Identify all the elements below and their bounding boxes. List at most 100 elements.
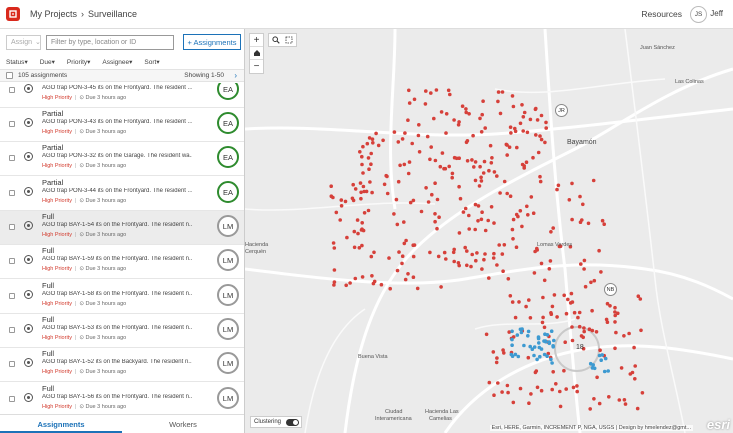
trap-point-selected[interactable] <box>532 345 537 349</box>
trap-point[interactable] <box>366 208 371 213</box>
trap-point[interactable] <box>473 178 478 183</box>
trap-point[interactable] <box>479 130 484 134</box>
trap-point[interactable] <box>407 88 411 93</box>
trap-point[interactable] <box>345 235 349 240</box>
trap-point[interactable] <box>513 126 517 131</box>
trap-point-selected[interactable] <box>542 339 546 343</box>
search-icon[interactable] <box>269 34 283 46</box>
trap-point[interactable] <box>360 227 364 231</box>
trap-point[interactable] <box>572 310 577 315</box>
trap-point[interactable] <box>528 316 533 320</box>
row-checkbox[interactable] <box>9 293 15 299</box>
trap-point[interactable] <box>450 171 455 176</box>
trap-point[interactable] <box>549 230 553 234</box>
trap-point[interactable] <box>496 99 500 104</box>
trap-point-selected[interactable] <box>551 345 555 349</box>
trap-point[interactable] <box>492 393 496 398</box>
trap-point[interactable] <box>550 304 555 309</box>
trap-point[interactable] <box>407 160 412 164</box>
list-item[interactable]: Full AGO trap BAY-1-58 its on the Fronty… <box>0 280 244 314</box>
trap-point[interactable] <box>589 280 593 285</box>
trap-point[interactable] <box>511 237 515 241</box>
trap-point[interactable] <box>591 178 596 183</box>
trap-point[interactable] <box>566 297 570 302</box>
trap-point[interactable] <box>355 218 360 222</box>
add-assignments-button[interactable]: + Assignments <box>183 34 241 50</box>
trap-point[interactable] <box>527 401 531 406</box>
trap-point[interactable] <box>358 181 363 185</box>
trap-point[interactable] <box>508 194 513 198</box>
trap-point-selected[interactable] <box>603 356 608 361</box>
trap-point[interactable] <box>533 370 538 375</box>
trap-point[interactable] <box>635 406 640 411</box>
trap-point[interactable] <box>433 158 438 163</box>
trap-point[interactable] <box>518 121 523 126</box>
trap-point[interactable] <box>473 227 477 232</box>
trap-point-selected[interactable] <box>537 345 542 350</box>
trap-point-selected[interactable] <box>543 332 547 337</box>
search-input[interactable]: Filter by type, location or ID <box>46 34 174 50</box>
trap-point[interactable] <box>331 241 336 245</box>
trap-point[interactable] <box>492 221 496 225</box>
trap-point[interactable] <box>582 258 587 263</box>
trap-point[interactable] <box>536 150 541 155</box>
trap-point[interactable] <box>374 131 378 136</box>
trap-point[interactable] <box>613 313 617 318</box>
trap-point[interactable] <box>531 211 536 215</box>
trap-point[interactable] <box>534 133 538 137</box>
trap-point[interactable] <box>481 99 485 103</box>
trap-point[interactable] <box>623 402 628 406</box>
trap-point[interactable] <box>479 175 483 180</box>
trap-point[interactable] <box>350 196 355 201</box>
trap-point[interactable] <box>464 140 469 145</box>
trap-point[interactable] <box>367 167 371 171</box>
trap-point[interactable] <box>520 103 524 107</box>
trap-point[interactable] <box>555 187 559 192</box>
row-checkbox[interactable] <box>9 87 15 93</box>
trap-point[interactable] <box>522 110 527 115</box>
trap-point[interactable] <box>563 340 567 345</box>
trap-point[interactable] <box>569 291 574 296</box>
tab-workers[interactable]: Workers <box>122 415 244 433</box>
trap-point[interactable] <box>475 251 479 255</box>
trap-point[interactable] <box>508 125 513 129</box>
assignee-badge[interactable]: EA <box>217 83 239 100</box>
trap-point[interactable] <box>550 387 554 392</box>
trap-point[interactable] <box>564 311 569 316</box>
breadcrumb-my-projects[interactable]: My Projects <box>30 9 77 19</box>
trap-point[interactable] <box>371 141 375 145</box>
trap-point[interactable] <box>387 256 391 260</box>
trap-point[interactable] <box>514 245 519 249</box>
trap-point[interactable] <box>617 398 622 402</box>
trap-point[interactable] <box>598 348 602 353</box>
trap-point[interactable] <box>528 117 533 122</box>
trap-point[interactable] <box>410 141 414 146</box>
trap-point[interactable] <box>487 276 491 280</box>
trap-point-selected[interactable] <box>538 354 542 359</box>
trap-point[interactable] <box>564 387 568 391</box>
trap-point[interactable] <box>437 215 441 219</box>
list-item[interactable]: Full AGO trap BAY-1-54 its on the Fronty… <box>0 211 244 245</box>
trap-point[interactable] <box>435 226 439 231</box>
trap-point[interactable] <box>483 126 487 130</box>
trap-point[interactable] <box>480 210 484 214</box>
trap-point-selected[interactable] <box>522 343 526 348</box>
assignee-badge[interactable]: LM <box>217 318 239 340</box>
trap-point[interactable] <box>568 301 573 305</box>
trap-point[interactable] <box>397 250 401 254</box>
trap-point[interactable] <box>411 254 416 259</box>
trap-point[interactable] <box>505 383 510 388</box>
trap-point[interactable] <box>429 91 433 95</box>
trap-point[interactable] <box>465 249 469 253</box>
trap-point[interactable] <box>579 262 583 266</box>
trap-point[interactable] <box>482 257 486 262</box>
trap-point[interactable] <box>360 162 364 167</box>
trap-point[interactable] <box>592 278 597 283</box>
trap-point[interactable] <box>425 134 430 139</box>
trap-point-selected[interactable] <box>545 354 549 359</box>
trap-point[interactable] <box>501 269 505 273</box>
list-item[interactable]: Full AGO trap BAY-1-53 its on the Fronty… <box>0 314 244 348</box>
trap-point[interactable] <box>365 141 370 146</box>
trap-point[interactable] <box>332 283 336 287</box>
trap-point[interactable] <box>590 328 595 333</box>
